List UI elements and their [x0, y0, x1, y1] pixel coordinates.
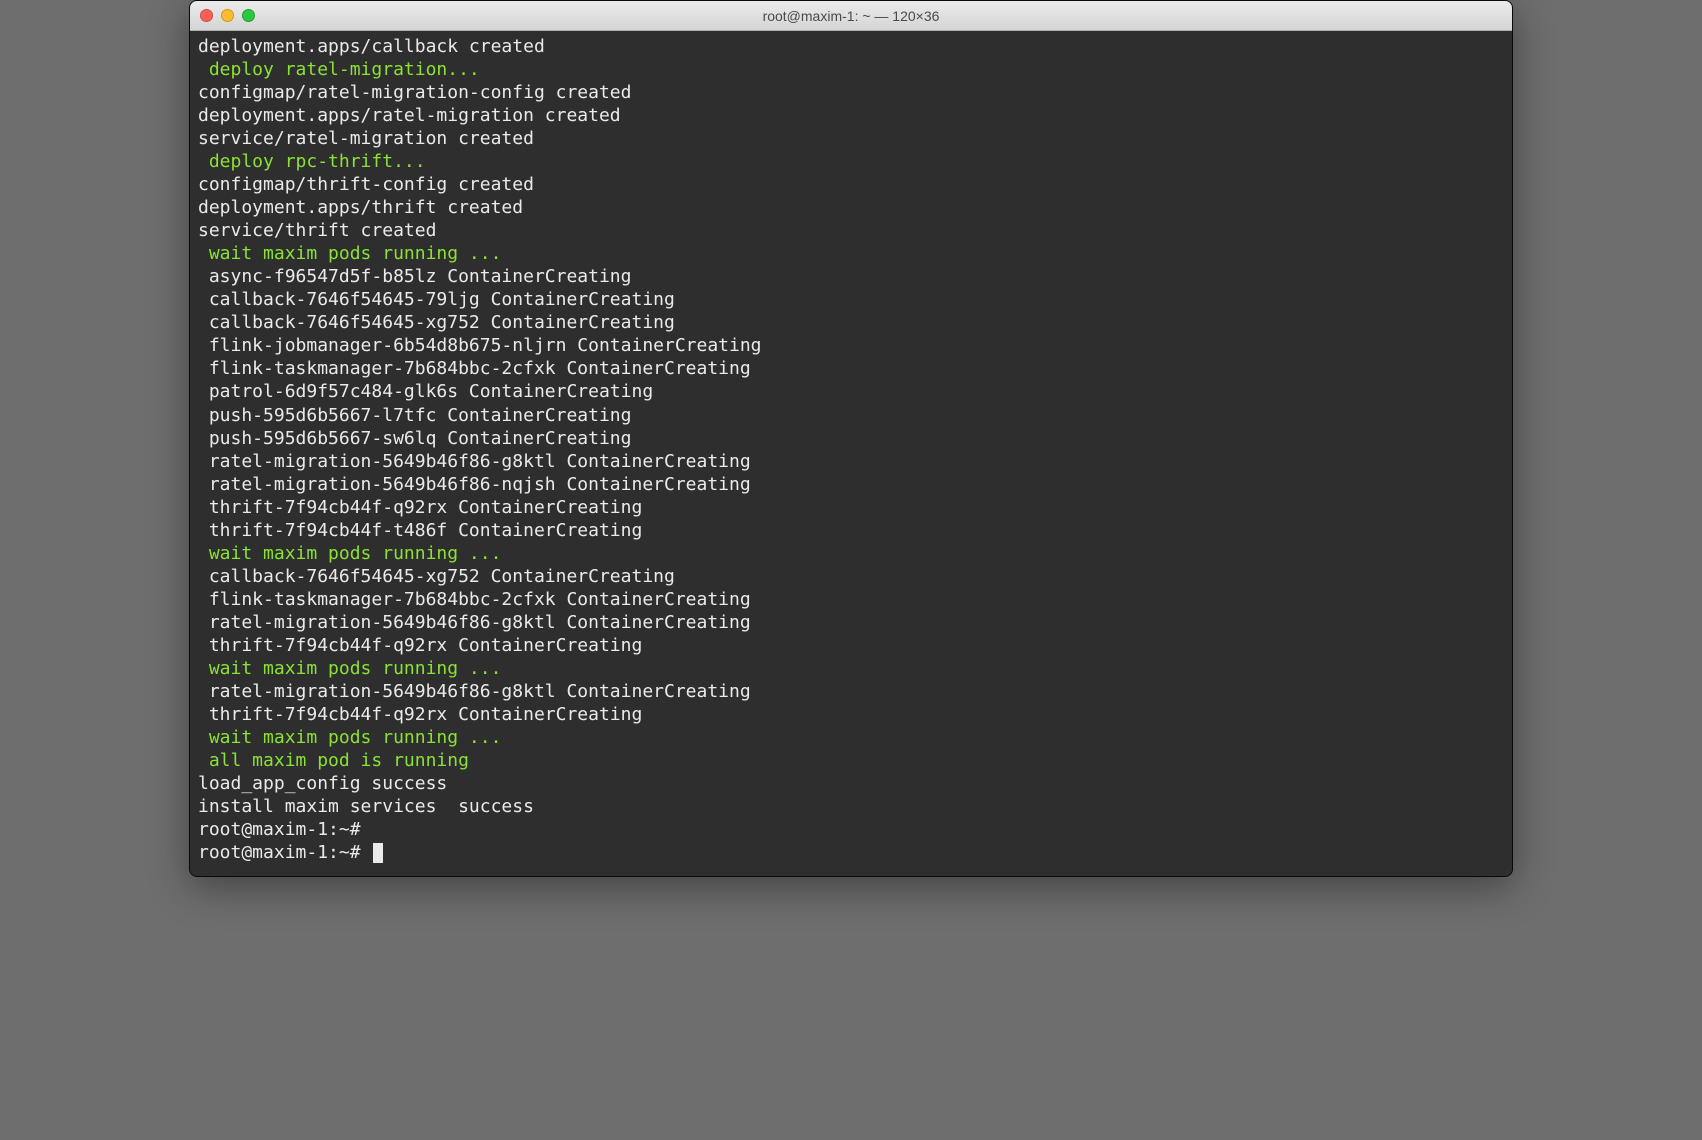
- terminal-line: wait maxim pods running ...: [198, 726, 1504, 749]
- terminal-line: flink-jobmanager-6b54d8b675-nljrn Contai…: [198, 334, 1504, 357]
- terminal-line: ratel-migration-5649b46f86-g8ktl Contain…: [198, 611, 1504, 634]
- terminal-line: configmap/thrift-config created: [198, 173, 1504, 196]
- terminal-line: all maxim pod is running: [198, 749, 1504, 772]
- terminal-line: deployment.apps/callback created: [198, 35, 1504, 58]
- terminal-line: wait maxim pods running ...: [198, 657, 1504, 680]
- terminal-line: ratel-migration-5649b46f86-g8ktl Contain…: [198, 680, 1504, 703]
- terminal-line: root@maxim-1:~#: [198, 818, 1504, 841]
- terminal-line: wait maxim pods running ...: [198, 242, 1504, 265]
- terminal-line: callback-7646f54645-xg752 ContainerCreat…: [198, 311, 1504, 334]
- terminal-line: callback-7646f54645-79ljg ContainerCreat…: [198, 288, 1504, 311]
- terminal-line: push-595d6b5667-sw6lq ContainerCreating: [198, 427, 1504, 450]
- window-title: root@maxim-1: ~ — 120×36: [190, 8, 1512, 24]
- terminal-line: thrift-7f94cb44f-q92rx ContainerCreating: [198, 703, 1504, 726]
- terminal-line: install maxim services success: [198, 795, 1504, 818]
- terminal-line: ratel-migration-5649b46f86-nqjsh Contain…: [198, 473, 1504, 496]
- terminal-line: ratel-migration-5649b46f86-g8ktl Contain…: [198, 450, 1504, 473]
- terminal-line: thrift-7f94cb44f-q92rx ContainerCreating: [198, 634, 1504, 657]
- terminal-line: async-f96547d5f-b85lz ContainerCreating: [198, 265, 1504, 288]
- terminal-line: push-595d6b5667-l7tfc ContainerCreating: [198, 404, 1504, 427]
- cursor-icon: [373, 843, 383, 863]
- traffic-lights: [200, 9, 255, 22]
- titlebar[interactable]: root@maxim-1: ~ — 120×36: [190, 1, 1512, 31]
- zoom-icon[interactable]: [242, 9, 255, 22]
- terminal-line: patrol-6d9f57c484-glk6s ContainerCreatin…: [198, 380, 1504, 403]
- terminal-line: deploy ratel-migration...: [198, 58, 1504, 81]
- terminal-line: thrift-7f94cb44f-t486f ContainerCreating: [198, 519, 1504, 542]
- terminal-line: thrift-7f94cb44f-q92rx ContainerCreating: [198, 496, 1504, 519]
- terminal-line: flink-taskmanager-7b684bbc-2cfxk Contain…: [198, 357, 1504, 380]
- terminal-line: load_app_config success: [198, 772, 1504, 795]
- terminal-line: deployment.apps/thrift created: [198, 196, 1504, 219]
- terminal-line: root@maxim-1:~#: [198, 841, 1504, 864]
- terminal-line: callback-7646f54645-xg752 ContainerCreat…: [198, 565, 1504, 588]
- terminal-line: flink-taskmanager-7b684bbc-2cfxk Contain…: [198, 588, 1504, 611]
- terminal-output[interactable]: deployment.apps/callback created deploy …: [190, 31, 1512, 876]
- terminal-line: service/thrift created: [198, 219, 1504, 242]
- terminal-line: deploy rpc-thrift...: [198, 150, 1504, 173]
- terminal-line: deployment.apps/ratel-migration created: [198, 104, 1504, 127]
- terminal-line: configmap/ratel-migration-config created: [198, 81, 1504, 104]
- terminal-line: wait maxim pods running ...: [198, 542, 1504, 565]
- close-icon[interactable]: [200, 9, 213, 22]
- terminal-window: root@maxim-1: ~ — 120×36 deployment.apps…: [189, 0, 1513, 877]
- minimize-icon[interactable]: [221, 9, 234, 22]
- terminal-line: service/ratel-migration created: [198, 127, 1504, 150]
